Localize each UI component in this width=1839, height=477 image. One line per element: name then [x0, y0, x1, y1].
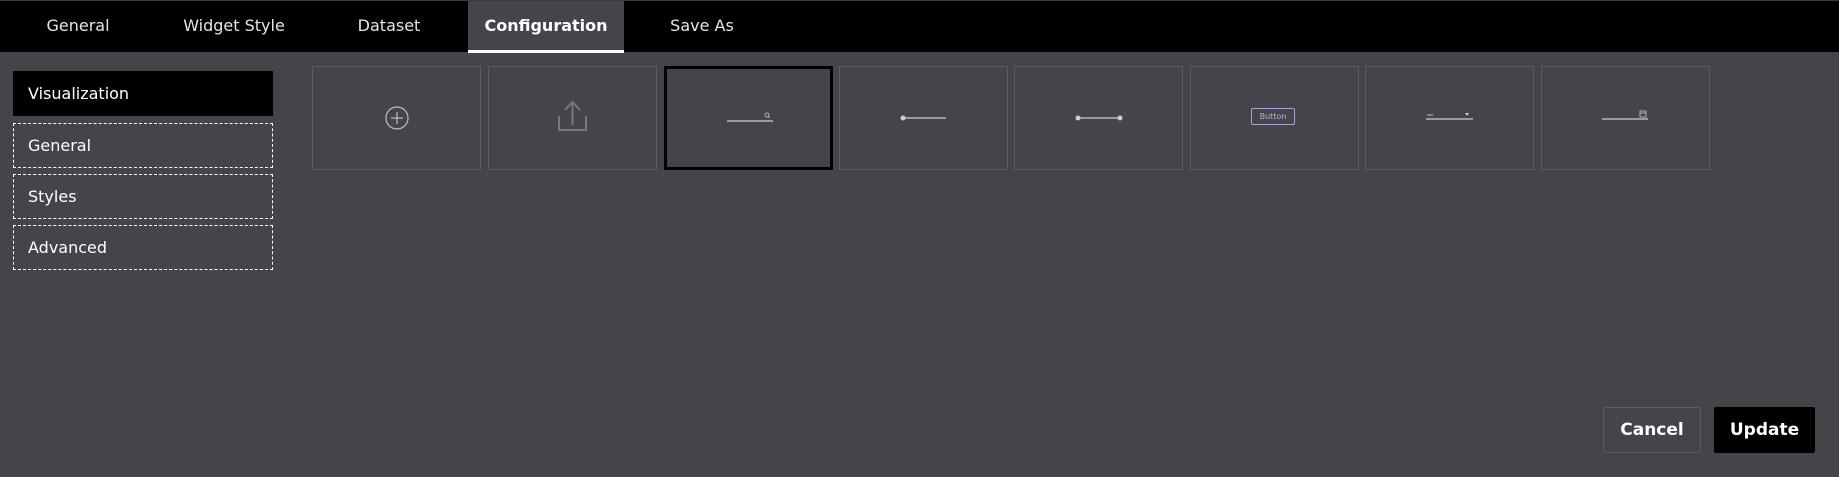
cancel-button[interactable]: Cancel: [1603, 407, 1701, 453]
single-slider-tile[interactable]: [839, 66, 1008, 170]
upload-icon: [558, 100, 587, 131]
slider-search-tile[interactable]: [664, 66, 833, 170]
button-tile[interactable]: Button: [1190, 66, 1359, 170]
slider-dropdown-tile[interactable]: [1365, 66, 1534, 170]
sidebar-item-styles[interactable]: Styles: [13, 174, 273, 219]
button-icon: Button: [1251, 108, 1295, 125]
tab-dataset[interactable]: Dataset: [345, 1, 433, 53]
tab-bar: General Widget Style Dataset Configurati…: [0, 0, 1839, 53]
upload-tile[interactable]: [488, 66, 657, 170]
slider-search-icon: [727, 112, 773, 122]
slider-dropdown-icon: [1426, 113, 1473, 120]
sidebar-item-visualization[interactable]: Visualization: [13, 71, 273, 116]
tab-widget-style[interactable]: Widget Style: [172, 1, 296, 53]
slider-calendar-icon: [1602, 110, 1648, 120]
sidebar-item-general[interactable]: General: [13, 123, 273, 168]
slider-calendar-tile[interactable]: [1541, 66, 1710, 170]
tab-save-as[interactable]: Save As: [660, 1, 744, 53]
add-circle-icon: [385, 106, 409, 130]
update-button[interactable]: Update: [1714, 407, 1815, 453]
range-slider-icon: [1075, 115, 1123, 121]
range-slider-tile[interactable]: [1014, 66, 1183, 170]
tab-general[interactable]: General: [30, 1, 126, 53]
single-slider-icon: [900, 115, 946, 121]
tab-configuration[interactable]: Configuration: [468, 1, 624, 53]
sidebar-item-advanced[interactable]: Advanced: [13, 225, 273, 270]
add-visualization-tile[interactable]: [312, 66, 481, 170]
